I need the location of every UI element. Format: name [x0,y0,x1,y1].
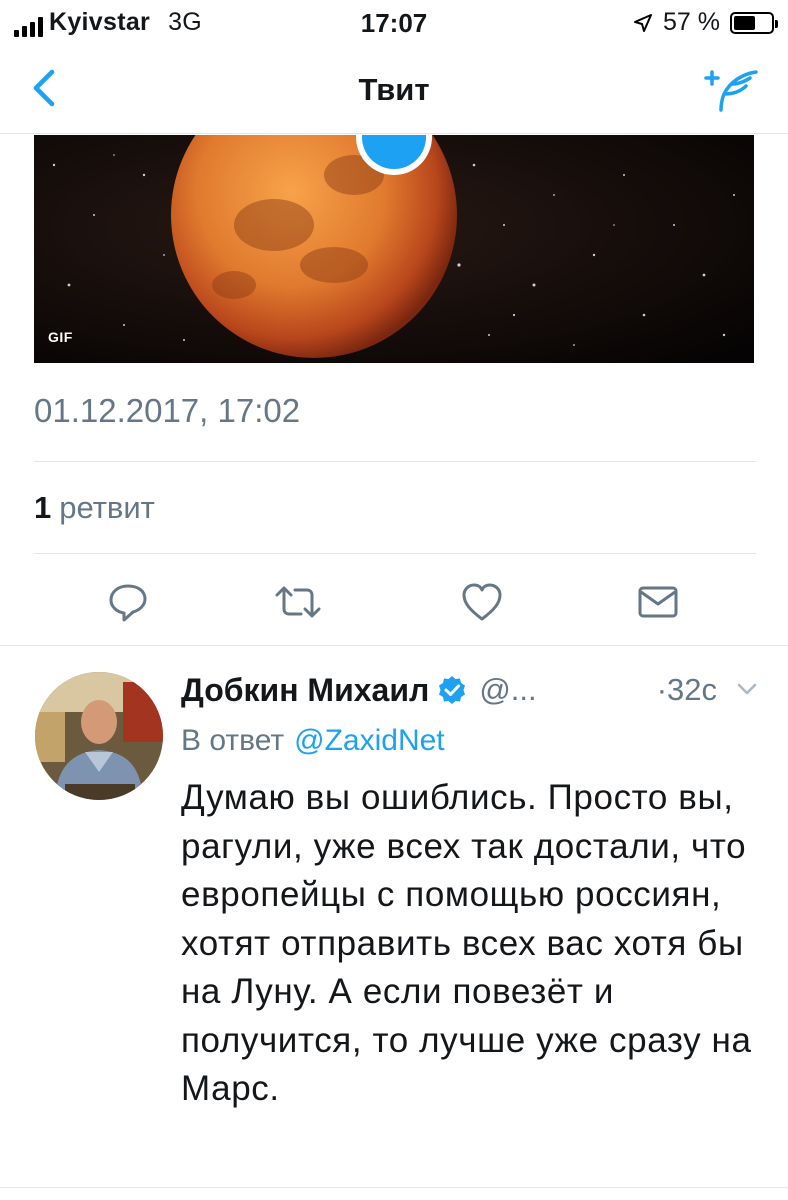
like-button[interactable] [455,575,509,629]
divider [34,461,756,462]
avatar-image [35,672,163,800]
status-bar: Kyivstar 3G 17:07 57 % [0,0,788,46]
mention-link[interactable]: @ZaxidNet [294,724,445,757]
reply-context: В ответ @ZaxidNet [181,724,445,758]
gif-badge: GIF [48,329,73,345]
tweet-actions [0,575,788,629]
retweet-count: 1 [34,490,52,525]
reply-prefix: В ответ [181,724,285,757]
retweet-button[interactable] [271,575,325,629]
mail-icon [638,586,678,618]
reply-header: Добкин Михаил @... ·32с [181,668,761,712]
tweet-timestamp: 01.12.2017, 17:02 [34,392,301,429]
author-name[interactable]: Добкин Михаил [181,672,429,709]
moon-image [34,135,754,363]
page-title: Твит [358,72,430,107]
location-arrow-icon [634,13,653,32]
divider [34,553,756,554]
battery-icon [730,11,778,34]
reply-time: ·32с [656,672,717,707]
retweet-stats[interactable]: 1 ретвит [34,490,155,526]
reply-button[interactable] [101,575,155,629]
chevron-down-icon[interactable] [737,682,757,696]
divider [0,1187,788,1188]
retweet-icon [275,586,321,618]
status-right: 57 % [633,8,778,37]
battery-percentage: 57 % [663,8,720,36]
retweet-label: ретвит [59,490,155,525]
compose-tweet-icon[interactable] [702,64,762,114]
nav-bar: Твит [0,46,788,134]
author-handle[interactable]: @... [479,672,536,708]
verified-badge-icon [439,676,466,704]
divider [0,645,788,646]
avatar[interactable] [35,672,163,800]
share-button[interactable] [631,575,685,629]
reply-icon [109,584,147,622]
reply-text: Думаю вы ошиблись. Просто вы, рагули, уж… [181,778,752,1108]
heart-icon [462,583,502,621]
battery-fill [734,15,755,30]
tweet-media-gif[interactable]: GIF [34,135,754,363]
